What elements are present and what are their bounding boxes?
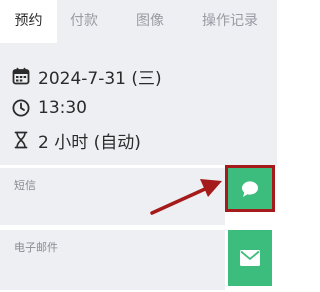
sms-field[interactable]: 短信	[0, 168, 225, 225]
appointment-time: 13:30	[38, 98, 87, 118]
envelope-icon	[240, 250, 260, 266]
tab-appointment[interactable]: 预约	[0, 0, 57, 43]
send-email-button[interactable]	[228, 230, 272, 286]
appointment-duration-row: 2 小时 (自动)	[12, 128, 141, 153]
email-field[interactable]: 电子邮件	[0, 230, 225, 290]
calendar-icon	[12, 67, 30, 85]
sms-label: 短信	[14, 179, 36, 192]
appointment-info-panel: 2024-7-31 (三) 13:30 2 小时 (自动)	[0, 43, 277, 165]
appointment-date-row: 2024-7-31 (三)	[12, 64, 162, 89]
email-label: 电子邮件	[14, 241, 58, 254]
tab-bar: 预约 付款 图像 操作记录	[0, 0, 277, 43]
appointment-time-row: 13:30	[12, 96, 87, 120]
chat-bubble-icon	[242, 180, 258, 197]
clock-icon	[12, 99, 30, 117]
appointment-date: 2024-7-31 (三)	[38, 68, 162, 89]
hourglass-icon	[14, 131, 28, 149]
send-sms-button[interactable]	[228, 168, 272, 209]
tab-images[interactable]: 图像	[136, 0, 176, 43]
appointment-duration: 2 小时 (自动)	[38, 132, 141, 153]
tab-activity-log[interactable]: 操作记录	[202, 0, 282, 43]
tab-payment[interactable]: 付款	[70, 0, 110, 43]
